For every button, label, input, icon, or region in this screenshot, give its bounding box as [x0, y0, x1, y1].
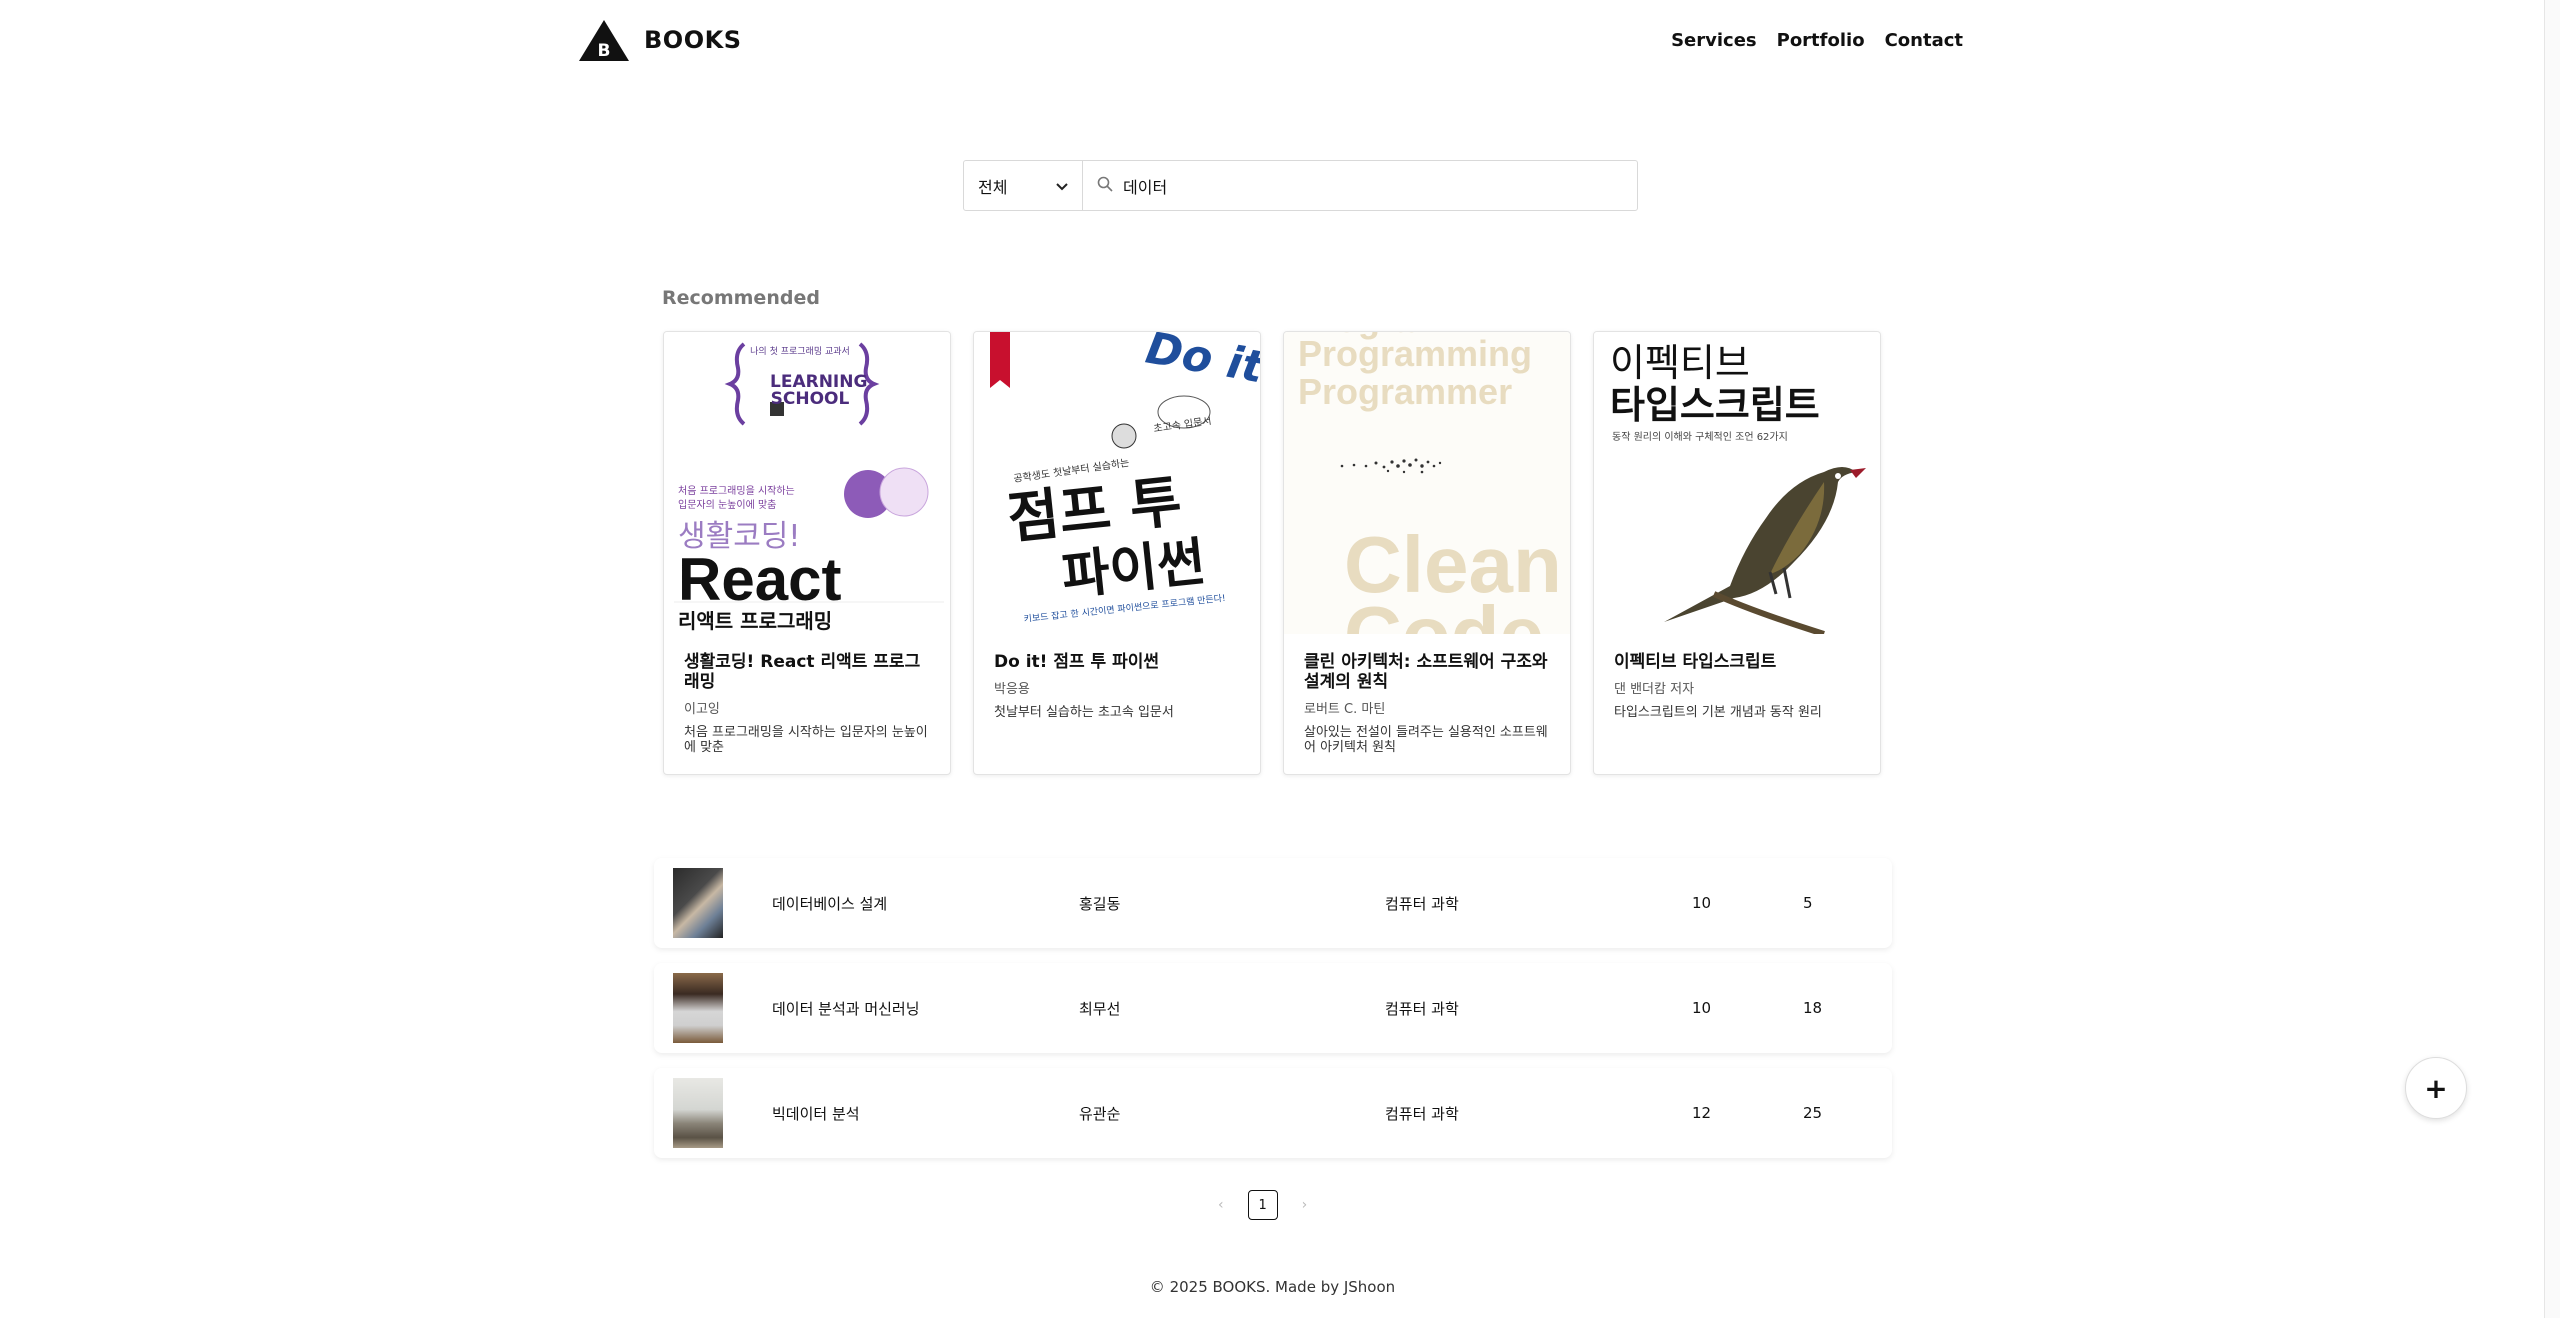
- page-scrollbar[interactable]: [2544, 0, 2560, 1318]
- book-card-body: 생활코딩! React 리액트 프로그래밍 이고잉 처음 프로그래밍을 시작하는…: [664, 634, 950, 755]
- book-count: 10: [1692, 894, 1712, 912]
- search-field: [1083, 161, 1637, 210]
- book-thumbnail: [673, 1078, 723, 1148]
- book-cover-image: 나의 첫 프로그래밍 교과서 처음 프로그래밍을 시작하는 입문자의 눈높이에 …: [664, 332, 950, 634]
- book-count: 12: [1692, 1104, 1712, 1122]
- svg-text:Code: Code: [1344, 590, 1544, 634]
- book-description: 타입스크립트의 기본 개념과 동작 원리: [1614, 705, 1822, 720]
- book-cover-image: 이펙티브 타입스크립트 동작 원리의 이해와 구체적인 조언 62가지: [1594, 332, 1880, 634]
- book-card-body: Do it! 점프 투 파이썬 박응용 첫날부터 실습하는 초고속 입문서: [974, 634, 1260, 720]
- svg-text:Programmer: Programmer: [1298, 371, 1512, 412]
- add-book-button[interactable]: +: [2405, 1057, 2467, 1119]
- nav-portfolio[interactable]: Portfolio: [1777, 30, 1865, 51]
- book-title: Do it! 점프 투 파이썬: [994, 652, 1160, 672]
- book-title: 클린 아키텍처: 소프트웨어 구조와 설계의 원칙: [1304, 652, 1548, 692]
- book-author: 홍길동: [1079, 894, 1121, 913]
- book-author: 박응용: [994, 682, 1030, 697]
- main-nav: Services Portfolio Contact: [1671, 30, 1963, 51]
- svg-text:나의 첫 프로그래밍 교과서: 나의 첫 프로그래밍 교과서: [750, 346, 850, 357]
- book-description: 첫날부터 실습하는 초고속 입문서: [994, 705, 1174, 720]
- svg-text:Programming: Programming: [1298, 333, 1532, 374]
- book-title: 빅데이터 분석: [772, 1104, 860, 1123]
- book-card[interactable]: Do it! 공학생도 첫날부터 실습하는 초고속 입문서 점프 투 파이썬 키…: [973, 331, 1261, 775]
- footer-copyright: © 2025 BOOKS. Made by JShoon: [1149, 1278, 1396, 1296]
- book-description: 처음 프로그래밍을 시작하는 입문자의 눈높이에 맞춘: [684, 725, 928, 755]
- book-card[interactable]: Program Programming Programmer Clean Cod…: [1283, 331, 1571, 775]
- book-author: 로버트 C. 마틴: [1304, 702, 1386, 717]
- search-bar: 전체: [963, 160, 1638, 211]
- book-count-secondary: 5: [1803, 894, 1813, 912]
- site-header: B BOOKS Services Portfolio Contact: [578, 14, 1963, 66]
- book-card-body: 클린 아키텍처: 소프트웨어 구조와 설계의 원칙 로버트 C. 마틴 살아있는…: [1284, 634, 1570, 755]
- book-thumbnail: [673, 973, 723, 1043]
- book-thumbnail: [673, 868, 723, 938]
- book-category: 컴퓨터 과학: [1385, 894, 1459, 913]
- nav-services[interactable]: Services: [1671, 30, 1757, 51]
- search-icon: [1097, 176, 1113, 196]
- table-row[interactable]: 빅데이터 분석 유관순 컴퓨터 과학 12 25: [654, 1068, 1892, 1158]
- category-select[interactable]: 전체: [964, 161, 1083, 210]
- book-author: 최무선: [1079, 999, 1121, 1018]
- brand-name: BOOKS: [644, 26, 742, 54]
- svg-text:리액트 프로그래밍: 리액트 프로그래밍: [678, 609, 832, 633]
- book-title: 데이터 분석과 머신러닝: [772, 999, 920, 1018]
- svg-text:Do it!: Do it!: [1142, 332, 1260, 397]
- svg-text:React: React: [678, 546, 841, 613]
- book-description: 살아있는 전설이 들려주는 실용적인 소프트웨어 아키텍처 원칙: [1304, 725, 1548, 755]
- nav-contact[interactable]: Contact: [1885, 30, 1963, 51]
- svg-text:입문자의 눈높이에 맞춤: 입문자의 눈높이에 맞춤: [678, 498, 776, 511]
- prev-page-button[interactable]: ‹: [1218, 1197, 1224, 1213]
- book-category: 컴퓨터 과학: [1385, 1104, 1459, 1123]
- logo-triangle-icon: B: [578, 18, 630, 62]
- svg-text:타입스크립트: 타입스크립트: [1610, 383, 1820, 427]
- book-card[interactable]: 나의 첫 프로그래밍 교과서 처음 프로그래밍을 시작하는 입문자의 눈높이에 …: [663, 331, 951, 775]
- book-category: 컴퓨터 과학: [1385, 999, 1459, 1018]
- svg-text:동작 원리의 이해와 구체적인 조언 62가지: 동작 원리의 이해와 구체적인 조언 62가지: [1612, 430, 1788, 443]
- search-results-list: 데이터베이스 설계 홍길동 컴퓨터 과학 10 5 데이터 분석과 머신러닝 최…: [654, 858, 1892, 1173]
- book-count-secondary: 25: [1803, 1104, 1823, 1122]
- book-author: 유관순: [1079, 1104, 1121, 1123]
- book-count: 10: [1692, 999, 1712, 1017]
- svg-text:이펙티브: 이펙티브: [1610, 341, 1750, 385]
- book-cover-image: Program Programming Programmer Clean Cod…: [1284, 332, 1570, 634]
- plus-icon: +: [2424, 1071, 2448, 1105]
- table-row[interactable]: 데이터 분석과 머신러닝 최무선 컴퓨터 과학 10 18: [654, 963, 1892, 1053]
- book-author: 이고잉: [684, 702, 720, 717]
- book-title: 생활코딩! React 리액트 프로그래밍: [684, 652, 921, 692]
- recommended-heading: Recommended: [662, 287, 820, 309]
- search-input[interactable]: [1121, 175, 1625, 196]
- book-title: 데이터베이스 설계: [772, 894, 888, 913]
- book-cover-image: Do it! 공학생도 첫날부터 실습하는 초고속 입문서 점프 투 파이썬 키…: [974, 332, 1260, 634]
- book-card-body: 이펙티브 타입스크립트 댄 밴더캄 저자 타입스크립트의 기본 개념과 동작 원…: [1594, 634, 1880, 720]
- book-author: 댄 밴더캄 저자: [1614, 682, 1695, 697]
- next-page-button[interactable]: ›: [1302, 1197, 1308, 1213]
- book-title: 이펙티브 타입스크립트: [1614, 652, 1777, 672]
- book-count-secondary: 18: [1803, 999, 1823, 1017]
- page-1-button[interactable]: 1: [1247, 1190, 1278, 1220]
- svg-text:처음 프로그래밍을 시작하는: 처음 프로그래밍을 시작하는: [678, 484, 795, 497]
- svg-text:B: B: [598, 41, 611, 61]
- book-card[interactable]: 이펙티브 타입스크립트 동작 원리의 이해와 구체적인 조언 62가지 이펙티브…: [1593, 331, 1881, 775]
- recommended-list: 나의 첫 프로그래밍 교과서 처음 프로그래밍을 시작하는 입문자의 눈높이에 …: [663, 331, 1881, 775]
- brand-logo[interactable]: B BOOKS: [578, 18, 741, 62]
- chevron-down-icon: [1056, 176, 1068, 195]
- pagination: ‹ 1 ›: [1218, 1190, 1307, 1220]
- category-select-value: 전체: [978, 177, 1008, 197]
- table-row[interactable]: 데이터베이스 설계 홍길동 컴퓨터 과학 10 5: [654, 858, 1892, 948]
- cover-top-text: LEARNING SCHOOL: [770, 372, 868, 409]
